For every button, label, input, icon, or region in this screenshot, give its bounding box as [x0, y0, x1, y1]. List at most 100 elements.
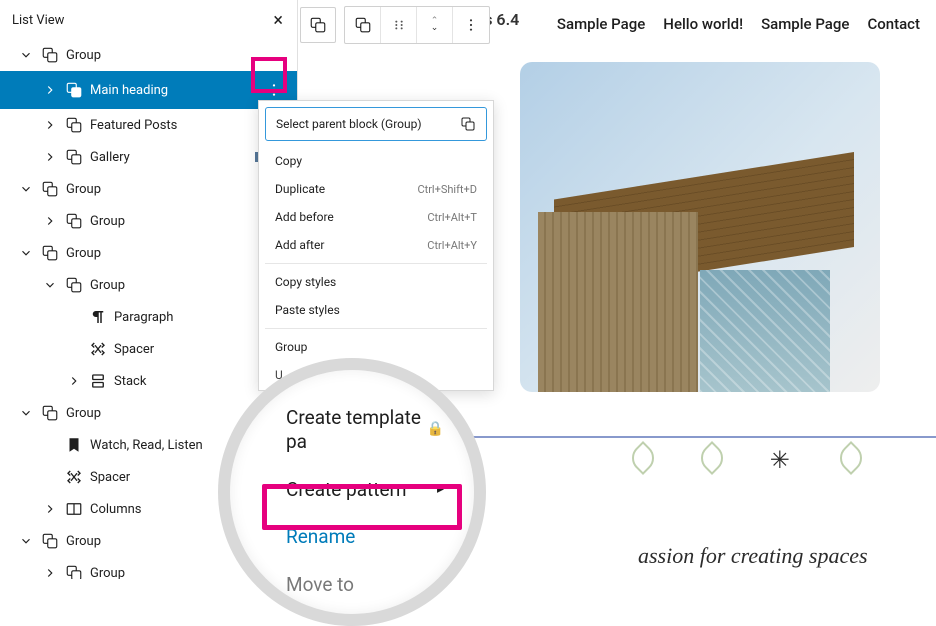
kbd-shortcut: Ctrl+Shift+D — [417, 183, 477, 196]
group-icon — [40, 531, 60, 551]
block-options-menu: Select parent block (Group) Copy Duplica… — [258, 100, 494, 391]
tree-item[interactable]: Paragraph — [0, 301, 297, 333]
nav-link[interactable]: Sample Page — [761, 15, 849, 33]
menu-create-template-part[interactable]: Create template pa 🔒 — [286, 394, 444, 466]
columns-icon — [64, 499, 84, 519]
group-icon — [64, 563, 84, 579]
tree-item-label: Gallery — [90, 150, 249, 165]
chevron-down-icon[interactable] — [18, 47, 34, 63]
menu-label: Duplicate — [275, 182, 325, 196]
leaf-icon — [626, 441, 660, 475]
chevron-right-icon[interactable] — [42, 501, 58, 517]
spacer-icon — [88, 339, 108, 359]
group-icon — [40, 243, 60, 263]
tree-item[interactable]: Spacer — [0, 333, 297, 365]
select-parent-block-button[interactable]: Select parent block (Group) — [265, 107, 487, 141]
toolbar-group: ⌃⌄ — [344, 6, 490, 44]
menu-group[interactable]: Group — [265, 333, 487, 361]
menu-label: Group — [275, 340, 307, 354]
menu-label: Paste styles — [275, 303, 340, 317]
toolbar-drag-handle[interactable] — [381, 7, 417, 43]
paragraph-icon — [88, 307, 108, 327]
site-nav: Sample Page Hello world! Sample Page Con… — [557, 4, 920, 44]
menu-add-before[interactable]: Add before Ctrl+Alt+T — [265, 203, 487, 231]
nav-link[interactable]: Hello world! — [663, 15, 743, 33]
kbd-shortcut: Ctrl+Alt+T — [427, 211, 477, 224]
menu-label: Move to — [286, 573, 354, 597]
spacer — [42, 437, 58, 453]
tree-item[interactable]: Group — [0, 39, 297, 71]
spacer — [66, 341, 82, 357]
chevron-right-icon[interactable] — [42, 82, 58, 98]
menu-label: Select parent block (Group) — [276, 117, 422, 131]
chevron-down-icon[interactable] — [18, 245, 34, 261]
tree-item[interactable]: Group — [0, 205, 297, 237]
chevron-right-icon[interactable] — [42, 565, 58, 579]
block-toolbar: ⌃⌄ — [300, 6, 490, 44]
spacer-icon — [64, 467, 84, 487]
tree-item-label: Group — [66, 48, 293, 63]
kbd-shortcut: Ctrl+Alt+Y — [427, 239, 477, 252]
chevron-down-icon[interactable] — [18, 181, 34, 197]
group-icon — [460, 116, 476, 132]
leaf-icon — [695, 441, 729, 475]
list-view-title: List View — [12, 13, 64, 28]
toolbar-more-button[interactable] — [453, 7, 489, 43]
hero-image — [520, 62, 880, 392]
menu-label: Add after — [275, 238, 324, 252]
menu-label: Copy — [275, 154, 302, 168]
chevron-down-icon[interactable] — [18, 533, 34, 549]
asterisk-icon: ✳ — [770, 446, 794, 470]
close-icon[interactable]: × — [273, 10, 283, 31]
menu-duplicate[interactable]: Duplicate Ctrl+Shift+D — [265, 175, 487, 203]
magnifier-lens: Create template pa 🔒 Create pattern ▸ Re… — [218, 358, 486, 626]
chevron-down-icon[interactable] — [42, 277, 58, 293]
chevron-right-icon[interactable] — [42, 149, 58, 165]
tree-item[interactable]: Group — [0, 269, 297, 301]
menu-label: Create pattern — [286, 478, 407, 502]
tree-item[interactable]: Gallery — [0, 141, 297, 173]
menu-label: Create template pa — [286, 406, 427, 454]
group-icon — [40, 179, 60, 199]
spacer — [42, 469, 58, 485]
list-view-header: List View × — [0, 0, 297, 39]
nav-link[interactable]: Contact — [867, 15, 920, 33]
toolbar-move-buttons[interactable]: ⌃⌄ — [417, 7, 453, 43]
group-icon — [64, 80, 84, 100]
group-icon — [64, 211, 84, 231]
menu-move-to[interactable]: Move to — [286, 561, 444, 609]
leaf-ornament-row: ✳ — [608, 446, 936, 470]
menu-copy-styles[interactable]: Copy styles — [265, 268, 487, 296]
menu-create-pattern[interactable]: Create pattern ▸ — [286, 466, 444, 514]
tree-item[interactable]: Group — [0, 173, 297, 205]
tree-item[interactable]: Main heading — [0, 71, 297, 109]
nav-link[interactable]: Sample Page — [557, 15, 645, 33]
menu-label: Rename — [286, 525, 355, 549]
lock-icon: 🔒 — [427, 421, 444, 439]
chevron-right-icon[interactable] — [66, 373, 82, 389]
group-icon — [64, 147, 84, 167]
menu-label: Add before — [275, 210, 334, 224]
bookmark-icon — [64, 435, 84, 455]
group-icon — [64, 115, 84, 135]
group-icon — [40, 403, 60, 423]
leaf-icon — [834, 441, 868, 475]
toolbar-block-type-button[interactable] — [345, 7, 381, 43]
spacer — [66, 309, 82, 325]
group-icon — [40, 45, 60, 65]
menu-add-after[interactable]: Add after Ctrl+Alt+Y — [265, 231, 487, 259]
group-icon — [64, 275, 84, 295]
menu-rename[interactable]: Rename — [286, 513, 444, 561]
menu-label: Copy styles — [275, 275, 336, 289]
menu-copy[interactable]: Copy — [265, 147, 487, 175]
chevron-down-icon[interactable] — [18, 405, 34, 421]
tree-item[interactable]: Group — [0, 237, 297, 269]
chevron-right-icon[interactable] — [42, 213, 58, 229]
chevron-right-icon[interactable] — [42, 117, 58, 133]
building-illustration — [534, 132, 874, 392]
tagline-text: assion for creating spaces — [638, 543, 868, 569]
toolbar-parent-block-button[interactable] — [300, 7, 336, 43]
tree-item-label: Main heading — [90, 83, 255, 98]
menu-paste-styles[interactable]: Paste styles — [265, 296, 487, 324]
tree-item[interactable]: Featured Posts — [0, 109, 297, 141]
